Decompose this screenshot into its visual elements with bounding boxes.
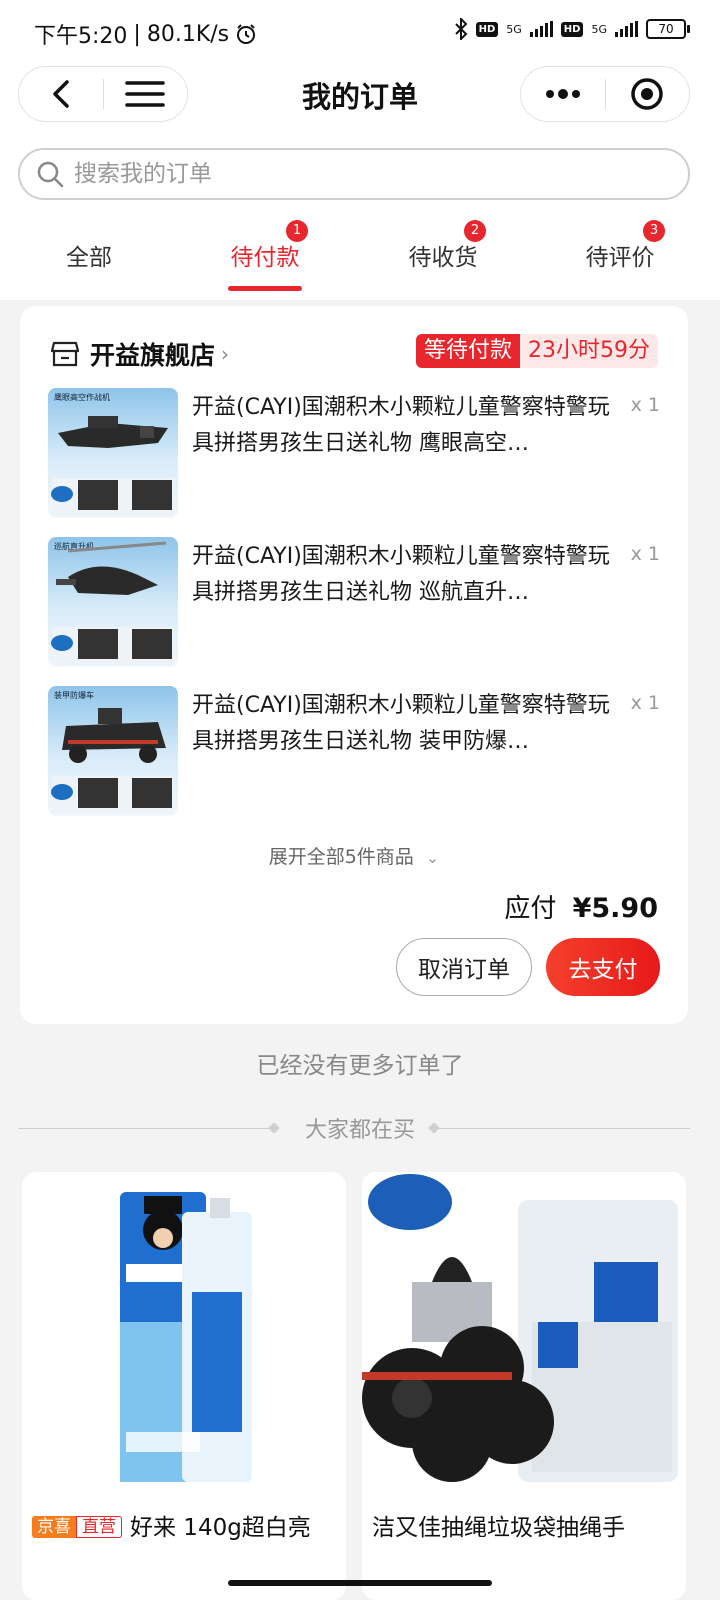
tag-direct: 直营 bbox=[76, 1516, 122, 1538]
order-card[interactable]: 开益旗舰店 › 等待付款 23小时59分 鹰眼高空作战机 开益(CAYI)国潮积… bbox=[20, 306, 688, 1024]
status-right: HD 5G HD 5G 70 bbox=[454, 18, 690, 40]
product-title-row: 京喜 直营 好来 140g超白亮 bbox=[32, 1508, 311, 1542]
tab-badge: 3 bbox=[643, 220, 665, 242]
search-bar[interactable] bbox=[18, 148, 690, 200]
product-quantity: x 1 bbox=[630, 543, 660, 565]
product-quantity: x 1 bbox=[630, 692, 660, 714]
nav-right-capsule bbox=[520, 66, 690, 122]
svg-text:鹰眼高空作战机: 鹰眼高空作战机 bbox=[54, 392, 110, 402]
svg-text:装甲防爆车: 装甲防爆车 bbox=[54, 690, 94, 700]
product-title: 开益(CAYI)国潮积木小颗粒儿童警察特警玩具拼搭男孩生日送礼物 鹰眼高空… bbox=[192, 395, 610, 456]
tab-all[interactable]: 全部 bbox=[24, 238, 154, 272]
tab-label: 全部 bbox=[66, 245, 112, 271]
cancel-order-button[interactable]: 取消订单 bbox=[396, 938, 532, 996]
total-label: 应付 bbox=[504, 894, 557, 924]
order-status-badge: 等待付款 23小时59分 bbox=[415, 334, 658, 368]
order-item[interactable]: 巡航直升机 开益(CAYI)国潮积木小颗粒儿童警察特警玩具拼搭男孩生日送礼物 巡… bbox=[48, 537, 660, 667]
expand-label: 展开全部5件商品 bbox=[268, 846, 414, 868]
order-tabs: 全部 待付款 1 待收货 2 待评价 3 bbox=[0, 220, 720, 300]
recommend-product-card[interactable]: 洁又佳抽绳垃圾袋抽绳手 bbox=[362, 1172, 686, 1600]
shop-name-link[interactable]: 开益旗舰店 › bbox=[50, 336, 229, 372]
active-tab-indicator bbox=[228, 286, 302, 291]
product-title: 开益(CAYI)国潮积木小颗粒儿童警察特警玩具拼搭男孩生日送礼物 装甲防爆… bbox=[192, 693, 610, 754]
payment-countdown: 23小时59分 bbox=[520, 334, 658, 368]
tab-badge: 2 bbox=[464, 220, 486, 242]
product-thumbnail: 鹰眼高空作战机 bbox=[48, 388, 178, 518]
close-miniapp-button[interactable] bbox=[606, 67, 690, 121]
order-total: 应付 ¥5.90 bbox=[504, 888, 658, 925]
no-more-orders-text: 已经没有更多订单了 bbox=[256, 1053, 464, 1079]
store-icon bbox=[50, 341, 80, 367]
signal-icon-2 bbox=[615, 21, 638, 37]
battery-icon: 70 bbox=[646, 19, 690, 39]
order-item[interactable]: 鹰眼高空作战机 开益(CAYI)国潮积木小颗粒儿童警察特警玩具拼搭男孩生日送礼物… bbox=[48, 388, 660, 518]
tag-jingxi: 京喜 bbox=[32, 1516, 76, 1538]
tab-label: 待付款 bbox=[230, 245, 300, 271]
recommend-product-card[interactable]: 京喜 直营 好来 140g超白亮 bbox=[22, 1172, 346, 1600]
total-amount: ¥5.90 bbox=[572, 893, 658, 924]
tab-label: 待收货 bbox=[408, 245, 478, 271]
expand-items-link[interactable]: 展开全部5件商品 ⌄ bbox=[20, 842, 688, 869]
chevron-right-icon: › bbox=[221, 342, 230, 366]
header-area: 下午5:20 | 80.1K/s HD 5G HD 5G 70 我的订单 搜索我… bbox=[0, 0, 720, 300]
signal-icon bbox=[529, 21, 553, 37]
product-thumbnail: 装甲防爆车 bbox=[48, 686, 178, 816]
target-icon bbox=[631, 78, 663, 110]
order-status: 等待付款 bbox=[415, 334, 520, 368]
search-input[interactable] bbox=[74, 161, 634, 187]
product-image bbox=[22, 1172, 346, 1502]
product-title: 开益(CAYI)国潮积木小颗粒儿童警察特警玩具拼搭男孩生日送礼物 巡航直升… bbox=[192, 544, 610, 605]
tab-badge: 1 bbox=[286, 220, 308, 242]
hd-icon-2: HD bbox=[560, 21, 584, 37]
network-type-2: 5G bbox=[591, 22, 607, 36]
pay-button[interactable]: 去支付 bbox=[546, 938, 660, 996]
more-dots-icon bbox=[545, 89, 580, 99]
tab-pending-review[interactable]: 待评价 3 bbox=[555, 220, 685, 272]
shop-name: 开益旗舰店 bbox=[90, 341, 216, 370]
product-thumbnail: 巡航直升机 bbox=[48, 537, 178, 667]
bluetooth-icon bbox=[454, 18, 468, 40]
status-bar: 下午5:20 | 80.1K/s HD 5G HD 5G 70 bbox=[0, 0, 720, 64]
tab-pending-payment[interactable]: 待付款 1 bbox=[200, 220, 330, 272]
network-type-1: 5G bbox=[506, 22, 522, 36]
product-title: 好来 140g超白亮 bbox=[130, 1515, 311, 1541]
hd-icon: HD bbox=[475, 21, 499, 37]
alarm-icon bbox=[237, 24, 256, 44]
status-left: 下午5:20 | 80.1K/s bbox=[34, 18, 257, 50]
product-quantity: x 1 bbox=[630, 394, 660, 416]
network-speed: 80.1K/s bbox=[146, 21, 230, 47]
more-button[interactable] bbox=[521, 67, 605, 121]
chevron-down-icon: ⌄ bbox=[425, 848, 440, 867]
search-icon bbox=[37, 161, 64, 188]
tab-label: 待评价 bbox=[585, 245, 655, 271]
order-item[interactable]: 装甲防爆车 开益(CAYI)国潮积木小颗粒儿童警察特警玩具拼搭男孩生日送礼物 装… bbox=[48, 686, 660, 816]
product-title-row: 洁又佳抽绳垃圾袋抽绳手 bbox=[372, 1508, 625, 1542]
product-image bbox=[362, 1172, 686, 1502]
divider-line bbox=[436, 1128, 690, 1129]
home-indicator[interactable] bbox=[228, 1580, 492, 1586]
status-time: 下午5:20 bbox=[34, 24, 128, 49]
product-title: 洁又佳抽绳垃圾袋抽绳手 bbox=[372, 1515, 625, 1541]
tab-pending-receipt[interactable]: 待收货 2 bbox=[378, 220, 508, 272]
